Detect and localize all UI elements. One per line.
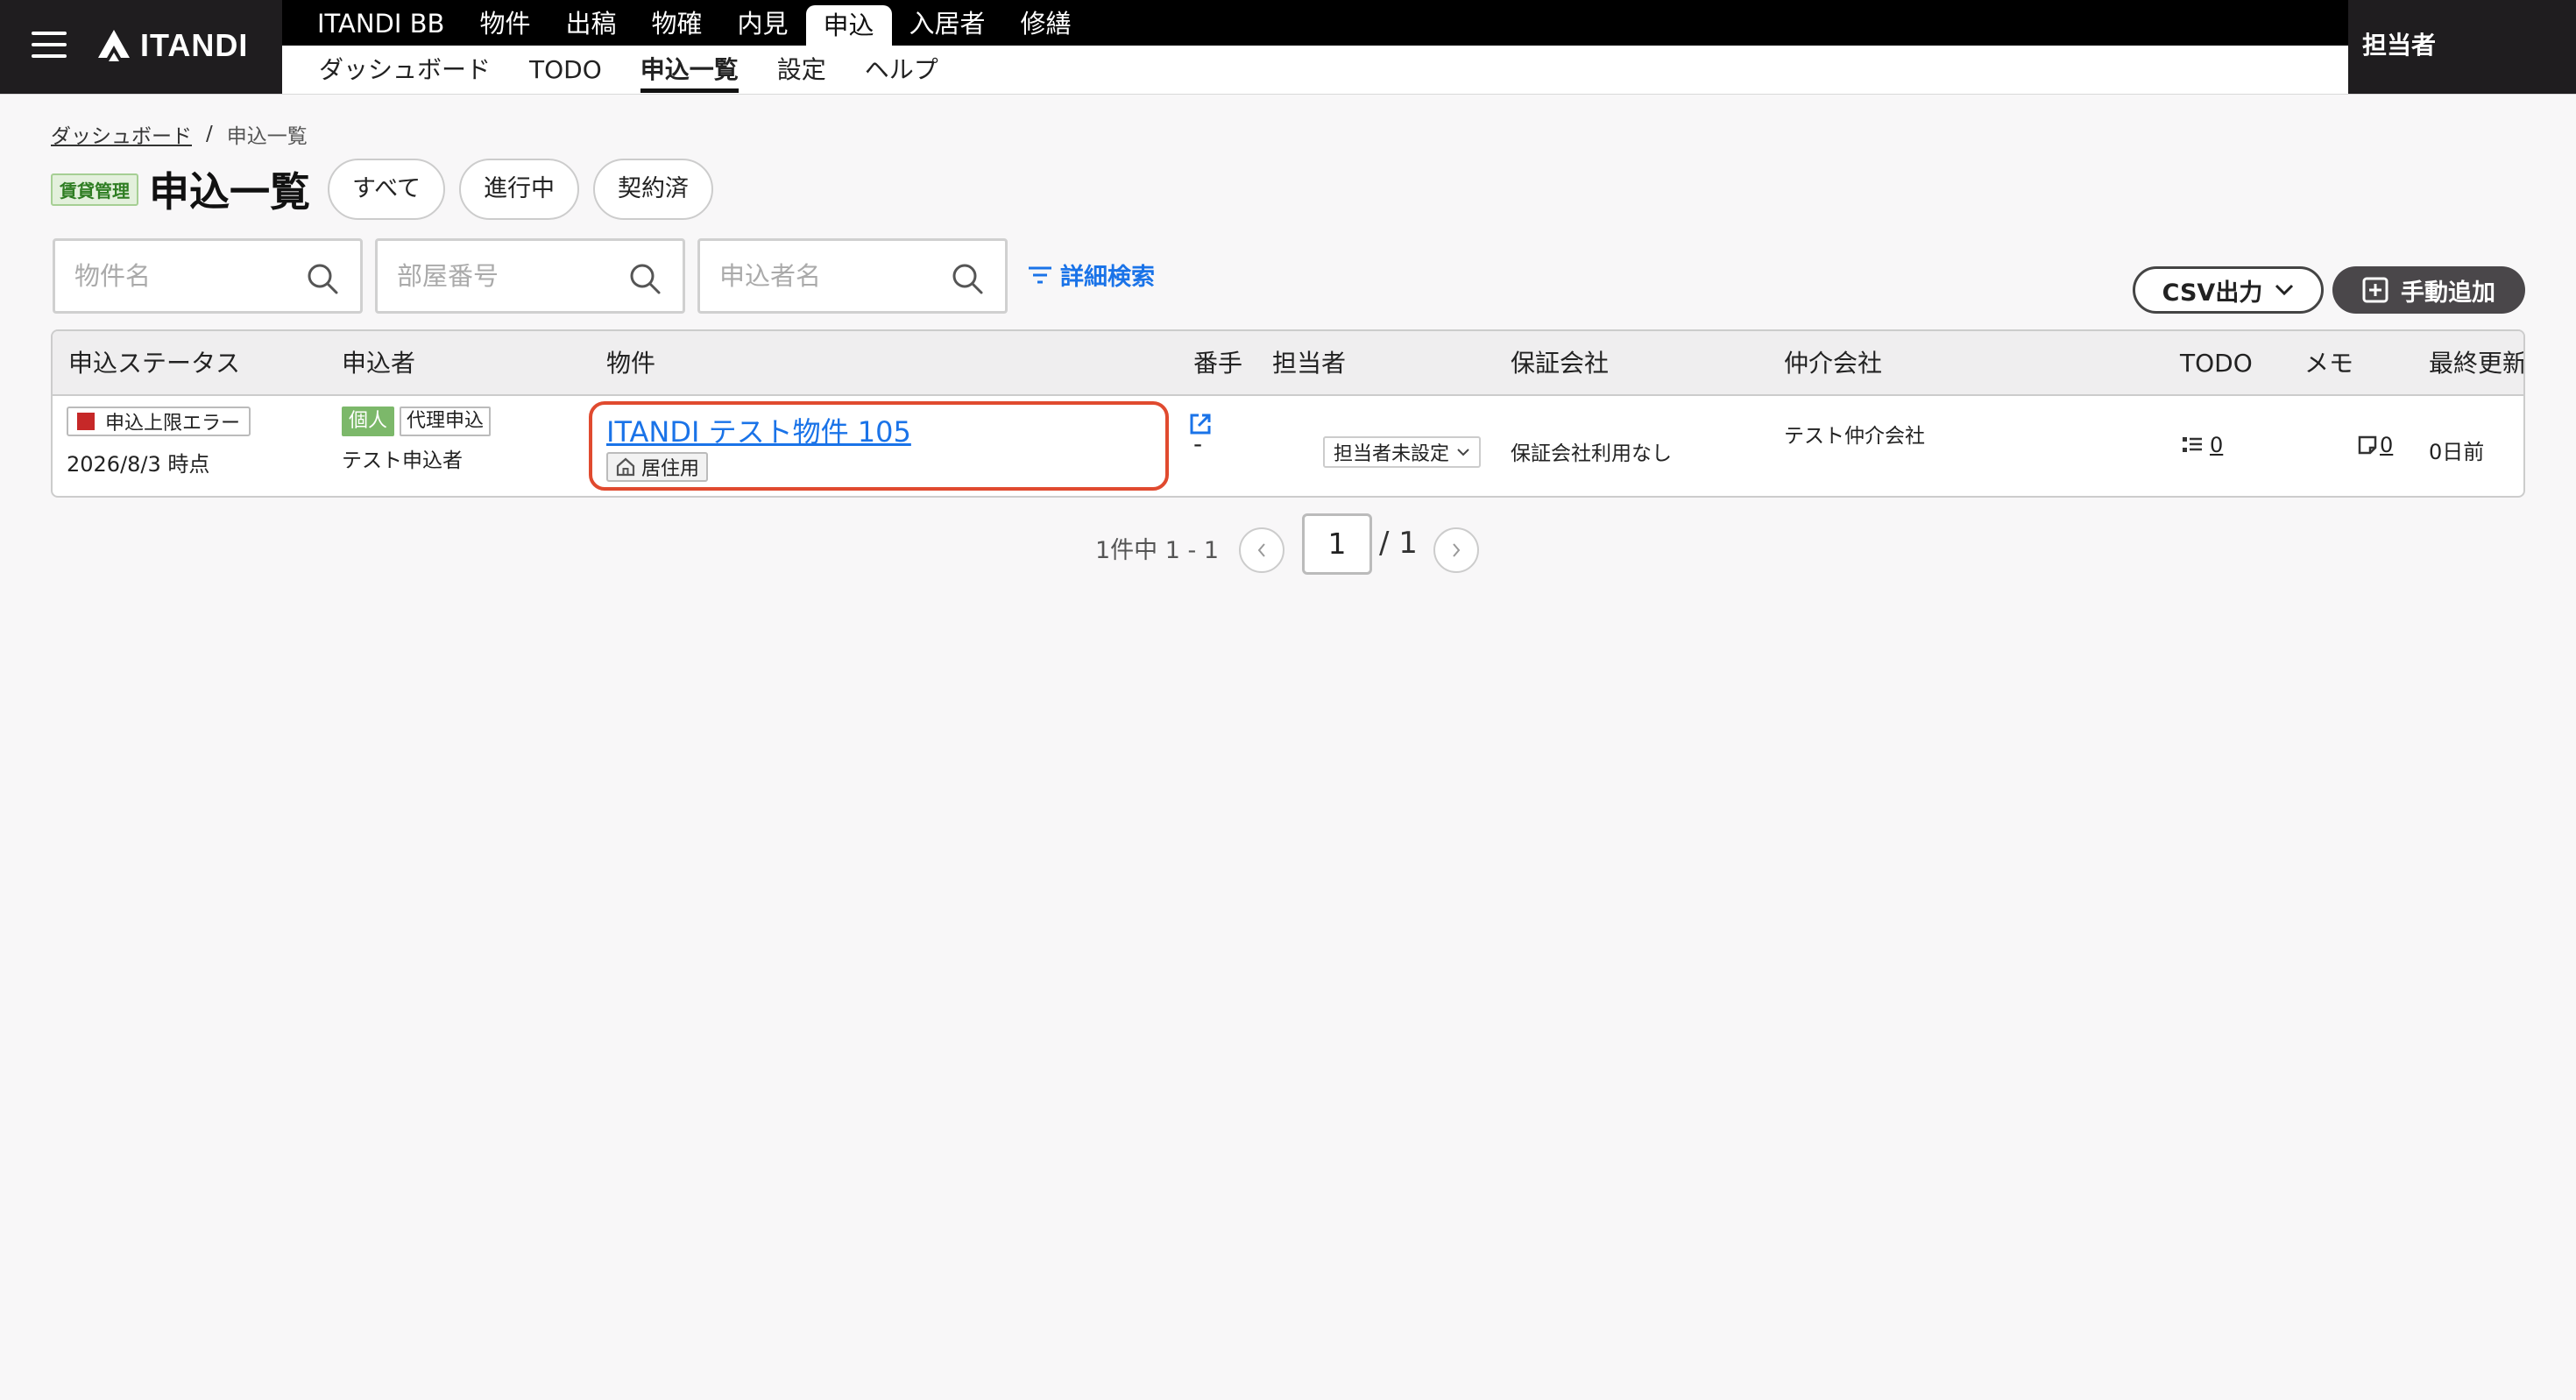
room-number-search-input[interactable]: [397, 257, 625, 295]
title-row: 賃貸管理 申込一覧 すべて 進行中 契約済: [51, 158, 727, 221]
main-tab-viewing[interactable]: 内見: [720, 0, 806, 46]
status-date: 2026/8/3 時点: [67, 452, 210, 477]
memo-count-link[interactable]: 0: [2357, 433, 2393, 457]
total-pages: / 1: [1379, 526, 1418, 561]
sub-nav: ダッシュボード TODO 申込一覧 設定 ヘルプ: [282, 46, 2348, 95]
residential-use-badge: 居住用: [606, 452, 709, 482]
column-header-applicant[interactable]: 申込者: [342, 331, 415, 396]
table-header: 申込ステータス 申込者 物件 番手 担当者 保証会社 仲介会社 TODO メモ …: [53, 331, 2523, 396]
chevron-right-icon: [1453, 543, 1461, 557]
manual-add-label: 手動追加: [2401, 279, 2495, 307]
room-search-box: [375, 238, 685, 314]
memo-cell: 0: [2357, 433, 2393, 459]
chevron-left-icon: [1257, 543, 1265, 557]
main-tab-itandi-bb[interactable]: ITANDI BB: [300, 0, 462, 46]
broker-cell: テスト仲介会社: [1784, 425, 1925, 448]
assignee-value: 担当者未設定: [1334, 443, 1450, 465]
application-table: 申込ステータス 申込者 物件 番手 担当者 保証会社 仲介会社 TODO メモ …: [51, 329, 2525, 498]
plus-square-icon: [2362, 277, 2388, 303]
filter-contracted-button[interactable]: 契約済: [593, 159, 714, 220]
property-search-input[interactable]: [74, 257, 302, 295]
detail-search-label: 詳細検索: [1060, 264, 1155, 291]
csv-export-button[interactable]: CSV出力: [2133, 266, 2324, 314]
page-title: 申込一覧: [149, 168, 310, 216]
breadcrumb-current: 申込一覧: [226, 125, 308, 148]
column-header-updated[interactable]: 最終更新: [2429, 331, 2523, 396]
individual-tag: 個人: [342, 407, 395, 436]
sub-tab-application-list[interactable]: 申込一覧: [621, 46, 758, 95]
main-nav: ITANDI BB 物件 出稿 物確 内見 申込 入居者 修繕: [282, 0, 2348, 46]
house-icon: [616, 457, 635, 477]
next-page-button[interactable]: [1433, 527, 1479, 573]
column-header-assignee[interactable]: 担当者: [1272, 331, 1346, 396]
applicant-cell: 個人 代理申込 テスト申込者: [342, 407, 492, 473]
top-bar: ITANDI ITANDI BB 物件 出稿 物確 内見 申込 入居者 修繕 ダ…: [0, 0, 2576, 95]
column-header-memo[interactable]: メモ: [2304, 331, 2353, 396]
chevron-down-icon: [2275, 284, 2294, 296]
main-tab-property[interactable]: 物件: [462, 0, 548, 46]
guarantor-cell: 保証会社利用なし: [1511, 442, 1672, 465]
column-header-todo[interactable]: TODO: [2180, 331, 2253, 396]
search-icon[interactable]: [628, 262, 662, 295]
status-label: 申込上限エラー: [105, 413, 241, 435]
manual-add-button[interactable]: 手動追加: [2332, 266, 2525, 314]
pagination: 1件中 1 - 1 1 / 1: [0, 513, 2576, 576]
menu-icon[interactable]: [32, 30, 67, 60]
main-tab-application[interactable]: 申込: [805, 5, 892, 46]
search-icon[interactable]: [306, 262, 339, 295]
updated-cell: 0日前: [2429, 440, 2485, 464]
todo-cell: 0: [2182, 433, 2223, 458]
breadcrumb: ダッシュボード / 申込一覧: [51, 119, 308, 149]
main-tab-listing[interactable]: 出稿: [548, 0, 633, 46]
filter-in-progress-button[interactable]: 進行中: [459, 159, 580, 220]
sub-tab-help[interactable]: ヘルプ: [846, 46, 958, 95]
sub-tab-settings[interactable]: 設定: [758, 46, 846, 95]
applicant-search-input[interactable]: [719, 257, 947, 295]
checklist-icon: [2183, 437, 2202, 452]
proxy-application-tag: 代理申込: [400, 407, 492, 436]
breadcrumb-dashboard-link[interactable]: ダッシュボード: [51, 119, 192, 149]
filter-icon: [1029, 266, 1051, 283]
column-header-guarantor[interactable]: 保証会社: [1511, 331, 1609, 396]
logo-text: ITANDI: [140, 27, 249, 63]
pagination-info: 1件中 1 - 1: [1095, 537, 1220, 564]
filter-all-button[interactable]: すべて: [328, 159, 446, 220]
property-search-box: [53, 238, 363, 314]
status-cell: 申込上限エラー 2026/8/3 時点: [67, 407, 251, 477]
sub-tab-dashboard[interactable]: ダッシュボード: [300, 46, 510, 95]
main-tab-tenant[interactable]: 入居者: [892, 0, 1003, 46]
search-icon[interactable]: [951, 262, 984, 295]
chevron-down-icon: [1457, 449, 1469, 456]
memo-count: 0: [2380, 433, 2394, 457]
error-status-icon: [77, 413, 95, 430]
topbar-divider: [0, 94, 2576, 95]
applicant-name: テスト申込者: [342, 449, 463, 472]
main-tab-confirmation[interactable]: 物確: [633, 0, 719, 46]
property-name-link[interactable]: ITANDI テスト物件 105: [606, 410, 911, 450]
rental-management-badge: 賃貸管理: [51, 173, 138, 206]
todo-count: 0: [2210, 433, 2224, 457]
status-badge: 申込上限エラー: [67, 407, 251, 436]
memo-icon: [2358, 435, 2377, 455]
main-tab-repair[interactable]: 修繕: [1003, 0, 1089, 46]
detail-search-link[interactable]: 詳細検索: [1027, 258, 1155, 292]
column-header-status[interactable]: 申込ステータス: [68, 331, 240, 396]
breadcrumb-separator: /: [206, 123, 213, 145]
column-header-property[interactable]: 物件: [606, 331, 655, 396]
sub-tab-todo[interactable]: TODO: [510, 46, 621, 95]
table-row[interactable]: 申込上限エラー 2026/8/3 時点 個人 代理申込 テスト申込者 ITANDI…: [53, 398, 2523, 496]
current-page-input[interactable]: 1: [1302, 513, 1372, 575]
previous-page-button[interactable]: [1239, 527, 1284, 573]
csv-export-label: CSV出力: [2162, 279, 2263, 307]
logo[interactable]: ITANDI: [96, 25, 248, 67]
column-header-broker[interactable]: 仲介会社: [1784, 331, 1882, 396]
itandi-logo-icon: [98, 30, 130, 61]
applicant-search-box: [697, 238, 1008, 314]
column-header-number[interactable]: 番手: [1193, 331, 1242, 396]
todo-count-link[interactable]: 0: [2182, 433, 2223, 457]
number-cell: -: [1193, 429, 1203, 458]
assignee-select[interactable]: 担当者未設定: [1323, 436, 1482, 468]
user-menu[interactable]: 担当者: [2348, 0, 2576, 95]
residential-use-label: 居住用: [641, 458, 700, 480]
